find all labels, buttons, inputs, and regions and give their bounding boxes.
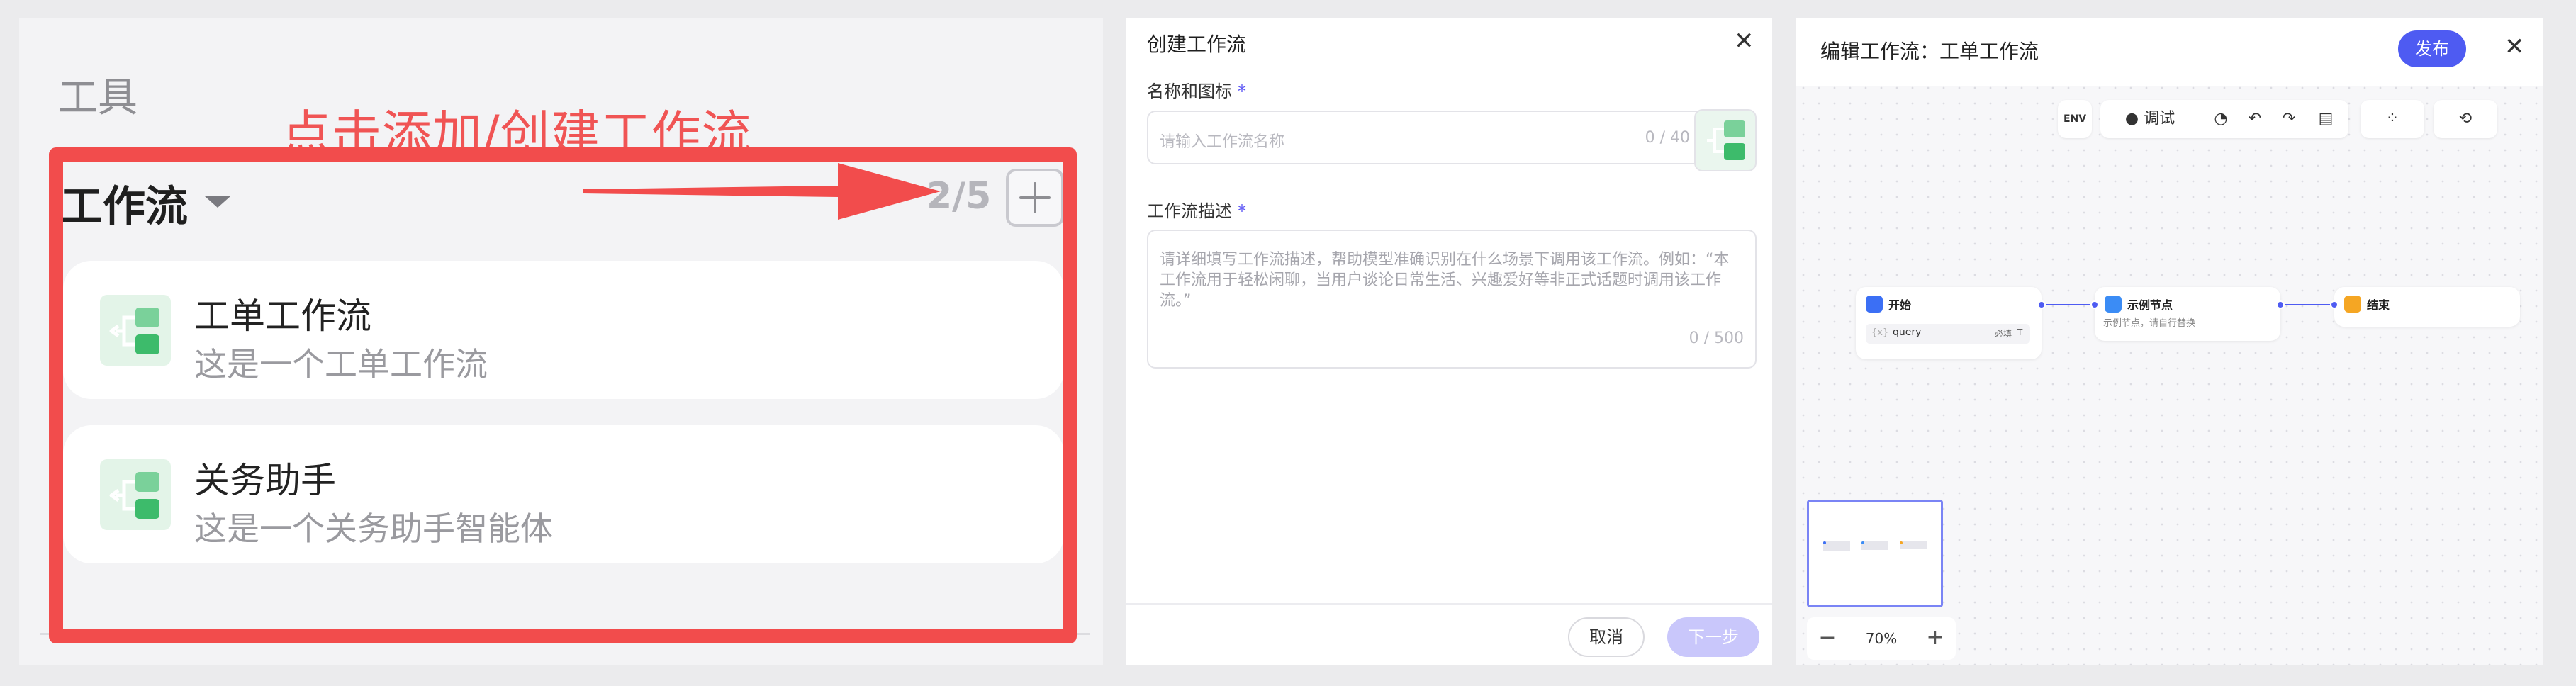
next-step-button[interactable]: 下一步 (1667, 617, 1759, 657)
example-node[interactable]: 示例节点 示例节点，请自行替换 (2095, 287, 2280, 341)
history-icon: ⟲ (2458, 110, 2473, 128)
variable-icon: {x} (1871, 327, 1889, 338)
create-workflow-dialog: 创建工作流 ✕ 名称和图标 * 请输入工作流名称 0 / 40 工作流描述 * 请详… (1126, 18, 1772, 665)
tools-panel: 工具 点击添加/创建工作流 工作流 2/5 工单工作流 这是一个工单工作流 关务… (19, 18, 1103, 665)
dialog-title: 创建工作流 (1147, 33, 1247, 56)
flag-icon (2344, 296, 2361, 313)
param-row: {x} query 必填 T (1866, 324, 2030, 344)
type-tag: T (2017, 327, 2023, 337)
publish-button[interactable]: 发布 (2398, 30, 2466, 67)
tools-section-title: 工具 (58, 75, 138, 121)
output-port[interactable] (2037, 300, 2046, 309)
required-tag: 必填 (1995, 329, 2012, 339)
required-mark: * (1238, 81, 1246, 101)
workflow-icon (1707, 120, 1745, 160)
node-title: 结束 (2367, 298, 2390, 312)
node-title: 示例节点 (2127, 298, 2173, 312)
zoom-level[interactable]: 70% (1849, 617, 1913, 660)
edge (2042, 304, 2090, 305)
debug-button[interactable]: ● 调试 (2115, 100, 2185, 138)
divider (1126, 603, 1772, 605)
minimap[interactable] (1807, 500, 1943, 607)
zoom-in-button[interactable]: + (1917, 617, 1953, 660)
input-port[interactable] (2330, 300, 2339, 309)
name-placeholder: 请输入工作流名称 (1160, 133, 1285, 151)
node-desc: 示例节点，请自行替换 (2103, 318, 2196, 329)
editor-toolbar: ● 调试 ◔ ↶ ↷ ▤ (2100, 100, 2348, 138)
env-button[interactable]: ENV (2058, 100, 2092, 138)
redo-icon[interactable]: ↷ (2275, 100, 2303, 138)
param-name: query (1893, 327, 1922, 338)
name-label: 名称和图标 * (1147, 81, 1246, 101)
layout-button[interactable]: ⁘ (2361, 100, 2424, 138)
node-title: 开始 (1888, 298, 1912, 312)
notes-icon[interactable]: ▤ (2312, 100, 2340, 138)
workflow-name-input[interactable]: 请输入工作流名称 0 / 40 (1147, 111, 1703, 164)
workflow-icon-picker[interactable] (1694, 109, 1757, 172)
zoom-control: − 70% + (1807, 617, 1956, 660)
name-char-count: 0 / 40 (1645, 129, 1690, 147)
editor-header: 编辑工作流：工单工作流 发布 ✕ (1796, 18, 2543, 86)
code-icon (2105, 296, 2122, 313)
editor-title: 编辑工作流：工单工作流 (1820, 40, 2039, 63)
desc-label: 工作流描述 * (1147, 201, 1246, 221)
bug-icon: ● (2124, 110, 2139, 128)
close-icon[interactable]: ✕ (2504, 35, 2525, 59)
workflow-editor: 编辑工作流：工单工作流 发布 ✕ ENV ● 调试 ◔ ↶ ↷ ▤ ⁘ ⟲ 开始… (1796, 18, 2543, 665)
output-port[interactable] (2276, 300, 2285, 309)
edge (2280, 304, 2330, 305)
annotation-highlight-box (49, 147, 1077, 643)
minimap-preview (1823, 541, 1927, 551)
grid-icon: ⁘ (2385, 110, 2399, 128)
env-icon: ENV (2063, 113, 2087, 125)
start-node[interactable]: 开始 {x} query 必填 T (1856, 287, 2042, 359)
workflow-desc-input[interactable]: 请详细填写工作流描述，帮助模型准确识别在什么场景下调用该工作流。例如：“本工作流… (1147, 230, 1757, 369)
input-port[interactable] (2090, 300, 2099, 309)
undo-icon[interactable]: ↶ (2241, 100, 2269, 138)
home-icon (1866, 296, 1883, 313)
close-icon[interactable]: ✕ (1734, 29, 1754, 53)
speed-icon[interactable]: ◔ (2207, 100, 2235, 138)
history-button[interactable]: ⟲ (2434, 100, 2497, 138)
desc-placeholder: 请详细填写工作流描述，帮助模型准确识别在什么场景下调用该工作流。例如：“本工作流… (1160, 251, 1730, 310)
cancel-button[interactable]: 取消 (1568, 617, 1645, 657)
required-mark: * (1238, 201, 1246, 221)
end-node[interactable]: 结束 (2334, 287, 2520, 327)
zoom-out-button[interactable]: − (1810, 617, 1845, 660)
desc-char-count: 0 / 500 (1689, 330, 1744, 347)
